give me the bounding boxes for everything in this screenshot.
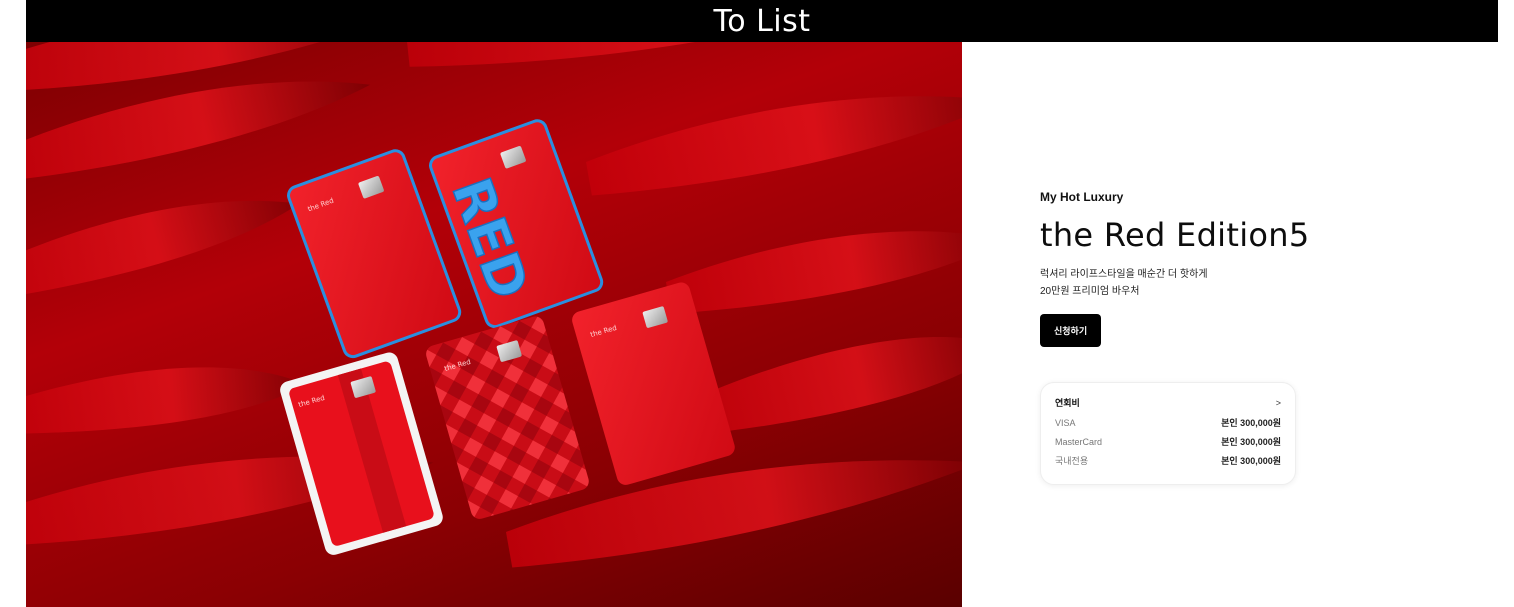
card-red-metal: the Red [572, 282, 735, 485]
hero-image: the Red RED the Red the Red the Red [26, 42, 962, 607]
to-list-button[interactable]: To List [26, 0, 1498, 42]
fee-row-mastercard: MasterCard 본인 300,000원 [1055, 432, 1281, 451]
fee-row-visa: VISA 본인 300,000원 [1055, 413, 1281, 432]
description-line-1: 럭셔리 라이프스타일을 매순간 더 핫하게 [1040, 269, 1208, 280]
fee-row-domestic: 국내전용 본인 300,000원 [1055, 451, 1281, 470]
annual-fee-panel: 연회비 > VISA 본인 300,000원 MasterCard 본인 300… [1040, 382, 1296, 485]
product-info: My Hot Luxury the Red Edition5 럭셔리 라이프스타… [1040, 190, 1340, 485]
card-white-stripe: the Red [280, 352, 443, 555]
fee-row-name: VISA [1055, 417, 1076, 428]
fee-row-name: 국내전용 [1055, 456, 1089, 466]
fee-row-name: MasterCard [1055, 436, 1103, 447]
fee-row-value: 본인 300,000원 [1221, 456, 1281, 466]
annual-fee-title: 연회비 [1055, 398, 1080, 408]
product-kicker: My Hot Luxury [1040, 190, 1124, 204]
chevron-right-icon: > [1275, 397, 1281, 408]
card-diamond-pattern: the Red [426, 316, 589, 519]
description-line-2: 20만원 프리미엄 바우처 [1040, 286, 1140, 297]
product-description: 럭셔리 라이프스타일을 매순간 더 핫하게 20만원 프리미엄 바우처 [1040, 266, 1340, 300]
to-list-label: To List [713, 3, 811, 39]
apply-button[interactable]: 신청하기 [1040, 314, 1102, 347]
hero-illustration: the Red RED the Red the Red the Red [26, 42, 962, 568]
product-title: the Red Edition5 [1040, 216, 1310, 254]
fee-row-value: 본인 300,000원 [1221, 418, 1281, 428]
annual-fee-header[interactable]: 연회비 > [1055, 396, 1281, 409]
fee-row-value: 본인 300,000원 [1221, 437, 1281, 447]
